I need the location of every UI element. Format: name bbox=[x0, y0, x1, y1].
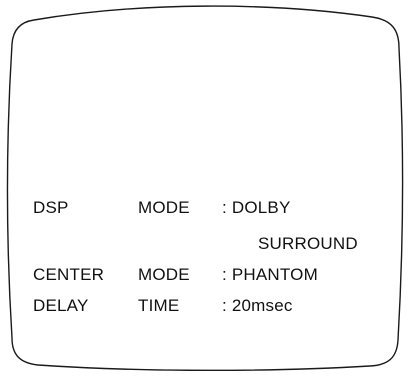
center-mode-label: MODE bbox=[138, 265, 190, 284]
osd-menu: DSP MODE : DOLBY SURROUND CENTER MODE : … bbox=[0, 0, 408, 371]
dsp-mode-value-continued: SURROUND bbox=[258, 234, 358, 253]
center-mode-value: : PHANTOM bbox=[222, 265, 318, 284]
dsp-mode-label: MODE bbox=[138, 198, 190, 217]
dsp-label: DSP bbox=[33, 198, 69, 217]
delay-label: DELAY bbox=[33, 296, 89, 315]
center-label: CENTER bbox=[33, 265, 105, 284]
delay-time-label: TIME bbox=[138, 296, 180, 315]
dsp-mode-value: : DOLBY bbox=[222, 198, 291, 217]
delay-time-value: : 20msec bbox=[222, 296, 293, 315]
